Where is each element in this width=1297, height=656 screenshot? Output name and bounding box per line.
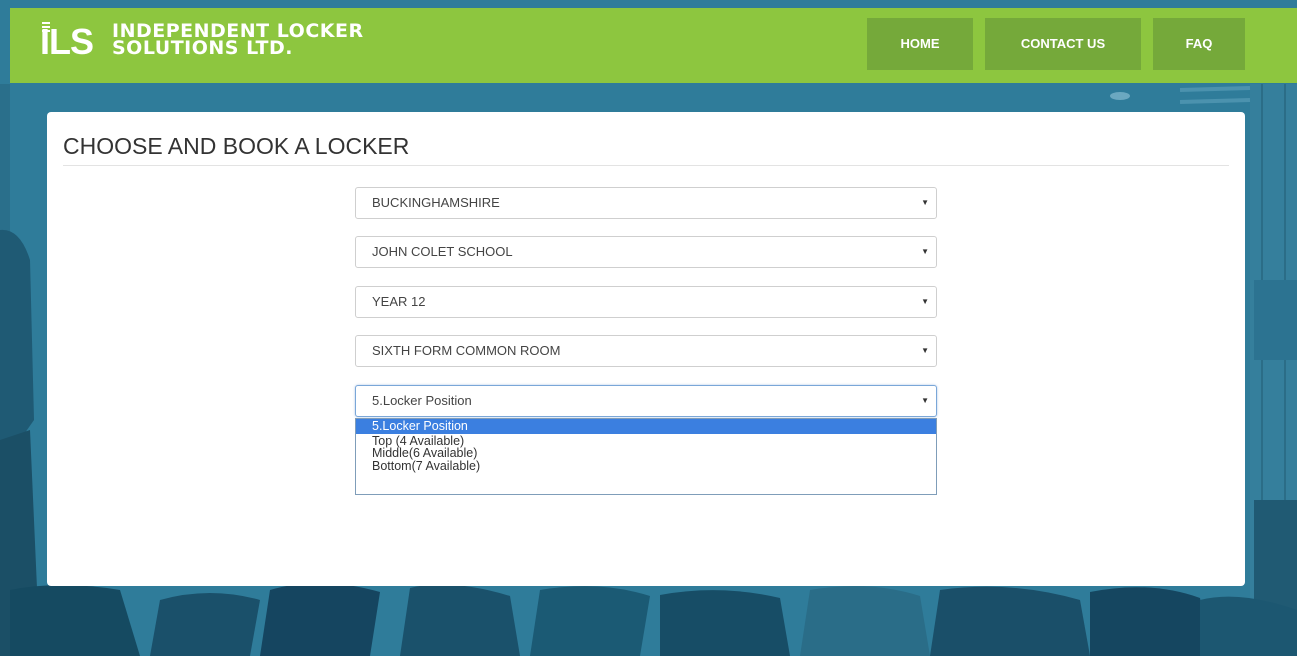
logo-mark: ILS bbox=[40, 22, 110, 62]
logo-letters: ILS bbox=[40, 21, 94, 62]
year-select[interactable]: YEAR 12 ▼ bbox=[355, 286, 937, 318]
chevron-down-icon: ▼ bbox=[921, 198, 929, 207]
school-select[interactable]: JOHN COLET SCHOOL ▼ bbox=[355, 236, 937, 268]
nav-contact-button[interactable]: CONTACT US bbox=[985, 18, 1141, 70]
brand-logo[interactable]: ILS INDEPENDENT LOCKER SOLUTIONS LTD. bbox=[40, 22, 364, 70]
school-select-value: JOHN COLET SCHOOL bbox=[372, 244, 513, 259]
locker-position-select-value: 5.Locker Position bbox=[372, 393, 472, 408]
chevron-down-icon: ▼ bbox=[921, 297, 929, 306]
page-title: CHOOSE AND BOOK A LOCKER bbox=[63, 133, 410, 159]
year-select-value: YEAR 12 bbox=[372, 294, 426, 309]
site-header: ILS INDEPENDENT LOCKER SOLUTIONS LTD. HO… bbox=[10, 8, 1297, 83]
logo-text: INDEPENDENT LOCKER SOLUTIONS LTD. bbox=[112, 22, 364, 59]
dropdown-option[interactable]: Top (4 Available) bbox=[356, 434, 936, 447]
nav-faq-button[interactable]: FAQ bbox=[1153, 18, 1245, 70]
logo-line-2: SOLUTIONS LTD. bbox=[112, 37, 293, 59]
chevron-down-icon: ▼ bbox=[921, 247, 929, 256]
dropdown-option[interactable]: Bottom(7 Available) bbox=[356, 459, 936, 472]
booking-card: CHOOSE AND BOOK A LOCKER BUCKINGHAMSHIRE… bbox=[47, 112, 1245, 586]
county-select-value: BUCKINGHAMSHIRE bbox=[372, 195, 500, 210]
room-select[interactable]: SIXTH FORM COMMON ROOM ▼ bbox=[355, 335, 937, 367]
county-select[interactable]: BUCKINGHAMSHIRE ▼ bbox=[355, 187, 937, 219]
chevron-down-icon: ▼ bbox=[921, 396, 929, 405]
locker-position-dropdown: 5.Locker Position Top (4 Available) Midd… bbox=[355, 418, 937, 495]
dropdown-option[interactable]: 5.Locker Position bbox=[356, 419, 936, 434]
locker-position-select[interactable]: 5.Locker Position ▼ bbox=[355, 385, 937, 417]
chevron-down-icon: ▼ bbox=[921, 346, 929, 355]
dropdown-option[interactable]: Middle(6 Available) bbox=[356, 447, 936, 460]
title-divider bbox=[63, 165, 1229, 166]
nav-home-button[interactable]: HOME bbox=[867, 18, 973, 70]
main-nav: HOME CONTACT US FAQ bbox=[867, 18, 1245, 70]
room-select-value: SIXTH FORM COMMON ROOM bbox=[372, 343, 561, 358]
